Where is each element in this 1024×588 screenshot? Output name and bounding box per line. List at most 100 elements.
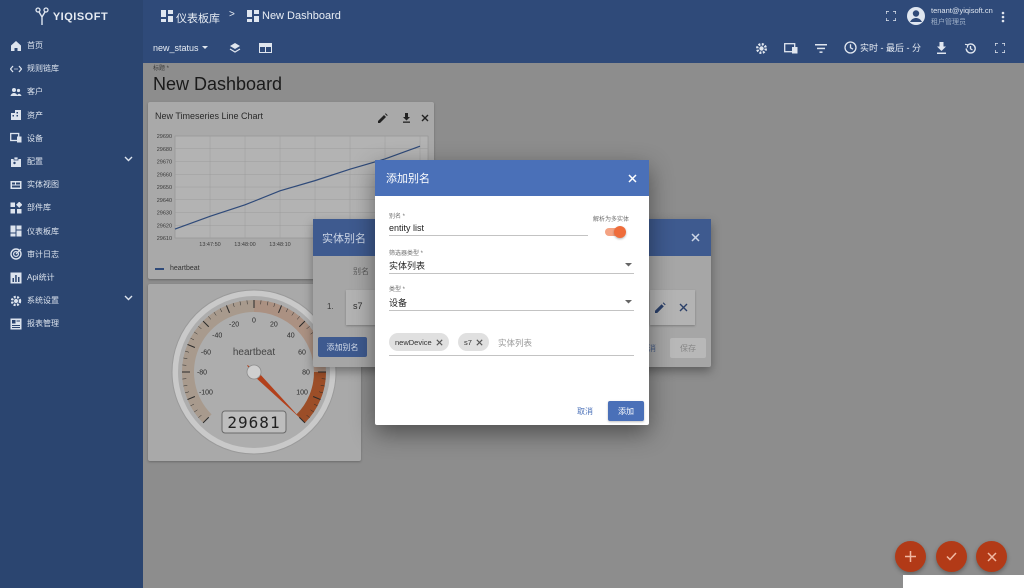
entity-type-select[interactable]: 设备 xyxy=(389,294,634,310)
add-widget-fab[interactable] xyxy=(895,541,926,572)
add-button-label: 添加 xyxy=(618,406,634,416)
alias-name-input[interactable]: entity list xyxy=(389,223,424,233)
more-vert-icon[interactable] xyxy=(1001,11,1005,23)
gauge-tick-label: 40 xyxy=(287,333,295,340)
chevron-down-icon[interactable] xyxy=(124,156,133,162)
user-role: 租户管理员 xyxy=(931,19,966,26)
sidebar-item[interactable]: 报表管理 xyxy=(0,312,143,335)
time-window[interactable]: 实时 - 最后 - 分 xyxy=(844,41,921,54)
sidebar-item[interactable]: 审计日志 xyxy=(0,243,143,266)
y-tick-label: 29640 xyxy=(157,198,172,204)
avatar[interactable] xyxy=(906,6,926,26)
entity-type-value: 设备 xyxy=(389,298,408,308)
plus-icon xyxy=(905,551,916,562)
sidebar-item-label: 设备 xyxy=(27,133,43,143)
gauge-readout: 29681 xyxy=(227,413,280,432)
add-alias-dialog: 添加别名 别名 * entity list 解析为多实体 筛选器类型 * 实体列… xyxy=(375,160,649,425)
download-widget-icon[interactable] xyxy=(402,113,411,123)
gauge-tick-label: -80 xyxy=(197,370,207,377)
settings-icon[interactable] xyxy=(755,42,768,55)
filter-type-underline xyxy=(389,273,634,274)
customers-icon xyxy=(10,86,22,98)
chip-remove-icon[interactable] xyxy=(436,338,443,346)
delete-alias-icon[interactable] xyxy=(679,303,688,312)
entity-list-input[interactable]: 实体列表 xyxy=(498,337,532,349)
chart-legend: heartbeat xyxy=(155,265,200,272)
apply-changes-fab[interactable] xyxy=(936,541,967,572)
fullscreen-icon[interactable] xyxy=(886,11,896,21)
filter-type-value: 实体列表 xyxy=(389,261,426,271)
edit-alias-icon[interactable] xyxy=(655,302,666,313)
entity-chip-label: newDevice xyxy=(395,337,432,347)
history-icon[interactable] xyxy=(964,42,977,55)
close-dialog-icon[interactable] xyxy=(628,174,637,183)
edit-icon[interactable] xyxy=(378,113,388,123)
gauge-hub xyxy=(246,364,262,380)
y-tick-label: 29690 xyxy=(157,134,172,140)
sidebar-item[interactable]: 规则链库 xyxy=(0,57,143,80)
chip-remove-icon[interactable] xyxy=(476,338,483,346)
filter-icon[interactable] xyxy=(815,44,827,53)
dashboard-icon xyxy=(247,10,259,22)
y-tick-label: 29630 xyxy=(157,211,172,217)
alias-name-label: 别名 * xyxy=(389,214,406,220)
add-alias-button[interactable]: 添加别名 xyxy=(318,337,367,357)
dashboard-title[interactable]: New Dashboard xyxy=(153,74,282,95)
add-alias-dialog-header: 添加别名 xyxy=(375,160,649,196)
close-widget-icon[interactable] xyxy=(421,114,429,122)
y-tick-label: 29670 xyxy=(157,160,172,166)
sidebar-item[interactable]: 部件库 xyxy=(0,196,143,219)
logo-text: YIQISOFT xyxy=(52,11,109,23)
toggle-thumb xyxy=(614,226,626,238)
sidebar: YIQISOFT 首页 规则链库 客户 资产设备配置 实体视图 部件库仪表板库审计日志 Ap… xyxy=(0,0,143,588)
alias-row[interactable]: s7 xyxy=(346,290,376,325)
layout-icon[interactable] xyxy=(259,43,272,53)
sidebar-item[interactable]: 资产 xyxy=(0,104,143,127)
sidebar-item[interactable]: 首页 xyxy=(0,34,143,57)
cancel-button[interactable]: 取消 xyxy=(577,406,593,417)
widget-title: New Timeseries Line Chart xyxy=(155,111,264,121)
filter-type-select[interactable]: 实体列表 xyxy=(389,257,634,273)
close-icon[interactable] xyxy=(691,233,700,242)
gauge-tick-label: 80 xyxy=(302,370,310,377)
entity-chip-label: s7 xyxy=(464,337,472,347)
layers-icon[interactable] xyxy=(229,42,241,54)
legend-swatch xyxy=(155,267,164,270)
resolve-multiple-label: 解析为多实体 xyxy=(593,217,630,223)
gauge-tick-label: -40 xyxy=(212,333,222,340)
entity-type-underline xyxy=(389,310,634,311)
logo[interactable]: YIQISOFT xyxy=(0,0,143,34)
sidebar-item[interactable]: 配置 xyxy=(0,150,143,173)
entity-chip[interactable]: s7 xyxy=(458,333,489,351)
audit-log-icon xyxy=(10,248,22,260)
gauge-tick-label: 100 xyxy=(296,389,308,396)
resolve-multiple-toggle[interactable] xyxy=(605,226,626,238)
sidebar-item[interactable]: 设备 xyxy=(0,127,143,150)
sidebar-item[interactable]: Api统计 xyxy=(0,266,143,289)
dashboards-icon xyxy=(10,225,22,237)
gauge-tick-label: 60 xyxy=(298,350,306,357)
fullscreen-toolbar-icon[interactable] xyxy=(995,43,1005,53)
status-strip xyxy=(903,575,1024,588)
download-icon[interactable] xyxy=(936,42,947,54)
sidebar-item[interactable]: 系统设置 xyxy=(0,289,143,312)
discard-changes-fab[interactable] xyxy=(976,541,1007,572)
cancel-button-partial[interactable]: 消 xyxy=(648,343,656,354)
logo-icon xyxy=(35,7,49,27)
state-select[interactable]: new_status xyxy=(153,43,209,53)
add-button[interactable]: 添加 xyxy=(608,401,644,421)
save-button[interactable]: 保存 xyxy=(670,338,706,358)
chevron-down-icon[interactable] xyxy=(124,295,133,301)
devices-toolbar-icon[interactable] xyxy=(784,43,798,54)
sidebar-item[interactable]: 仪表板库 xyxy=(0,220,143,243)
gauge-tick-label: -60 xyxy=(201,350,211,357)
breadcrumb-current: New Dashboard xyxy=(262,10,341,22)
sidebar-item[interactable]: 实体视图 xyxy=(0,173,143,196)
y-tick-label: 29660 xyxy=(157,172,172,178)
breadcrumb-parent[interactable]: 仪表板库 xyxy=(176,10,220,26)
sidebar-item[interactable]: 客户 xyxy=(0,80,143,103)
dashboards-icon xyxy=(161,10,173,22)
sidebar-item-label: 仪表板库 xyxy=(27,226,59,236)
entity-chip[interactable]: newDevice xyxy=(389,333,449,351)
x-tick-label: 13:47:50 xyxy=(199,242,220,248)
